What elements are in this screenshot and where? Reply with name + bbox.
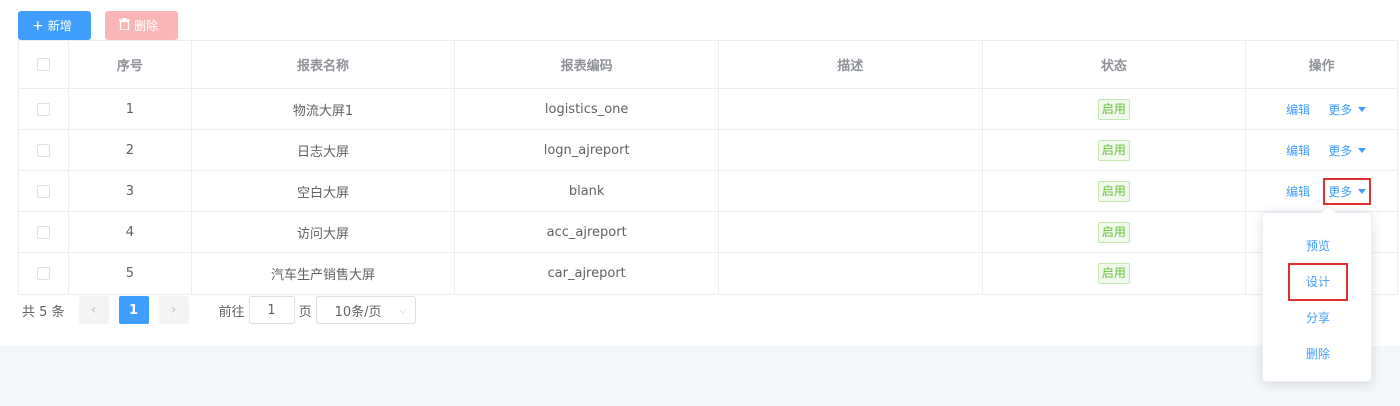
header-checkbox-cell <box>19 41 69 88</box>
page-size-value: 10条/页 <box>334 304 382 320</box>
table-header-row: 序号 报表名称 报表编码 描述 状态 操作 <box>19 41 1397 89</box>
caret-down-icon <box>1358 147 1367 153</box>
row-code: logistics_one <box>455 89 719 129</box>
caret-down-icon <box>1358 106 1367 112</box>
row-status-cell: 启用 <box>983 89 1247 129</box>
status-badge: 启用 <box>1097 221 1130 243</box>
prev-page-button[interactable]: ‹ <box>78 296 109 324</box>
row-status-cell: 启用 <box>983 212 1247 252</box>
header-desc: 描述 <box>719 41 983 88</box>
menu-item-preview[interactable]: 预览 <box>1263 237 1373 254</box>
page-footer-background <box>0 346 1400 406</box>
more-dropdown-menu: 预览 设计 分享 删除 <box>1262 212 1372 382</box>
row-desc <box>719 212 983 252</box>
row-checkbox-cell <box>19 171 69 211</box>
status-badge: 启用 <box>1097 139 1130 161</box>
status-badge: 启用 <box>1097 180 1130 202</box>
header-name: 报表名称 <box>192 41 456 88</box>
page-unit-label: 页 <box>298 304 312 320</box>
pagination-total: 共 5 条 <box>22 304 65 320</box>
pagination: 共 5 条 ‹ 1 › 前往 页 10条/页 ⌵ <box>22 296 416 324</box>
row-name: 日志大屏 <box>192 130 456 170</box>
more-dropdown-trigger[interactable]: 更多 <box>1328 142 1367 159</box>
next-page-button[interactable]: › <box>158 296 189 324</box>
more-label: 更多 <box>1328 143 1353 158</box>
row-status-cell: 启用 <box>983 253 1247 294</box>
row-checkbox-cell <box>19 130 69 170</box>
row-index: 5 <box>69 253 192 294</box>
edit-link[interactable]: 编辑 <box>1286 101 1310 118</box>
page-number-current[interactable]: 1 <box>118 296 149 324</box>
row-actions: 编辑 更多 <box>1246 171 1397 211</box>
more-dropdown-trigger[interactable]: 更多 <box>1328 101 1367 118</box>
report-table: 序号 报表名称 报表编码 描述 状态 操作 1 物流大屏1 logistics_… <box>18 40 1398 295</box>
delete-button[interactable]: 删除 <box>105 11 178 40</box>
row-code: acc_ajreport <box>455 212 719 252</box>
row-code: blank <box>455 171 719 211</box>
header-actions: 操作 <box>1308 59 1335 74</box>
row-checkbox[interactable] <box>36 267 50 280</box>
row-status-cell: 启用 <box>983 171 1247 211</box>
more-label: 更多 <box>1328 184 1353 199</box>
row-name: 访问大屏 <box>192 212 456 252</box>
edit-link[interactable]: 编辑 <box>1286 183 1310 200</box>
table-row: 1 物流大屏1 logistics_one 启用 编辑 更多 <box>19 89 1397 130</box>
goto-label: 前往 <box>218 304 245 320</box>
row-desc <box>719 130 983 170</box>
row-checkbox[interactable] <box>36 143 50 157</box>
more-label: 更多 <box>1328 102 1353 117</box>
row-actions: 编辑 更多 <box>1246 130 1397 170</box>
header-code: 报表编码 <box>455 41 719 88</box>
menu-item-design[interactable]: 设计 <box>1263 263 1373 301</box>
add-button[interactable]: + 新增 <box>18 11 91 40</box>
row-checkbox-cell <box>19 212 69 252</box>
caret-down-icon <box>1358 188 1367 194</box>
menu-item-share[interactable]: 分享 <box>1263 309 1373 326</box>
edit-link[interactable]: 编辑 <box>1286 142 1310 159</box>
header-index: 序号 <box>69 41 192 88</box>
status-badge: 启用 <box>1097 98 1130 120</box>
table-row: 5 汽车生产销售大屏 car_ajreport 启用 编辑 更多 <box>19 253 1397 294</box>
row-name: 汽车生产销售大屏 <box>192 253 456 294</box>
plus-icon: + <box>32 17 44 34</box>
add-button-label: 新增 <box>47 19 72 33</box>
row-name: 物流大屏1 <box>192 89 456 129</box>
page-size-select[interactable]: 10条/页 ⌵ <box>315 296 416 324</box>
goto-page-input[interactable] <box>248 296 295 324</box>
row-index: 1 <box>69 89 192 129</box>
toolbar: + 新增 删除 <box>18 11 178 40</box>
row-checkbox[interactable] <box>36 225 50 239</box>
row-index: 3 <box>69 171 192 211</box>
header-status: 状态 <box>983 41 1247 88</box>
row-desc <box>719 171 983 211</box>
chevron-down-icon: ⌵ <box>398 304 407 316</box>
delete-button-label: 删除 <box>134 19 159 33</box>
row-code: car_ajreport <box>455 253 719 294</box>
row-index: 4 <box>69 212 192 252</box>
menu-item-delete[interactable]: 删除 <box>1263 345 1373 362</box>
table-row: 4 访问大屏 acc_ajreport 启用 编辑 更多 <box>19 212 1397 253</box>
status-badge: 启用 <box>1097 263 1130 284</box>
row-checkbox-cell <box>19 253 69 294</box>
table-row: 2 日志大屏 logn_ajreport 启用 编辑 更多 <box>19 130 1397 171</box>
row-status-cell: 启用 <box>983 130 1247 170</box>
row-index: 2 <box>69 130 192 170</box>
row-checkbox[interactable] <box>36 184 50 198</box>
row-checkbox-cell <box>19 89 69 129</box>
row-code: logn_ajreport <box>455 130 719 170</box>
trash-icon <box>119 18 130 33</box>
row-checkbox[interactable] <box>36 102 50 116</box>
select-all-checkbox[interactable] <box>36 58 50 71</box>
row-desc <box>719 89 983 129</box>
row-actions: 编辑 更多 <box>1246 89 1397 129</box>
row-name: 空白大屏 <box>192 171 456 211</box>
row-desc <box>719 253 983 294</box>
table-row: 3 空白大屏 blank 启用 编辑 更多 <box>19 171 1397 212</box>
more-dropdown-trigger-active[interactable]: 更多 <box>1323 177 1372 205</box>
